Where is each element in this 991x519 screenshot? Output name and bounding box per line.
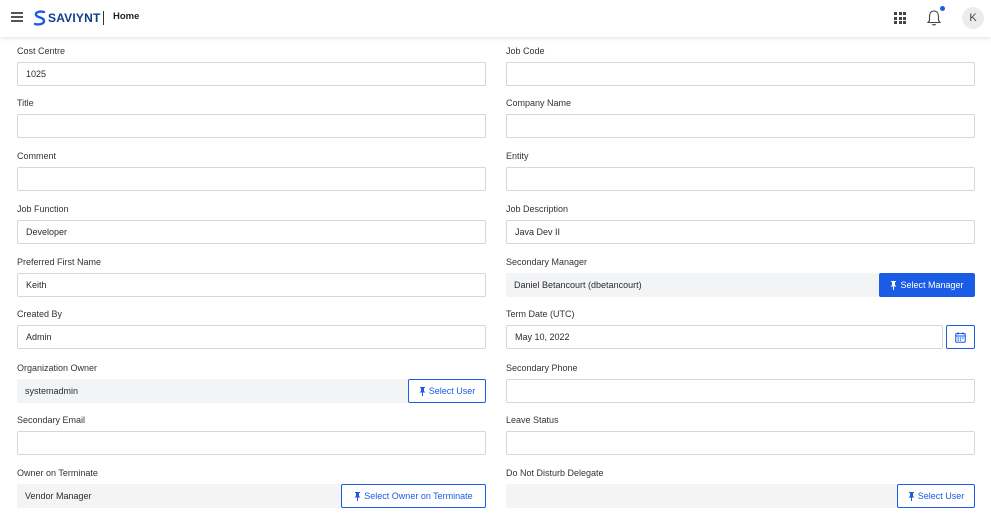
field-label: Comment xyxy=(17,151,57,161)
field-secondary-email: Secondary Email xyxy=(17,415,486,457)
field-label: Preferred First Name xyxy=(17,257,102,267)
field-cost-centre: Cost Centre 1025 xyxy=(17,46,486,88)
field-created-by: Created By Admin xyxy=(17,309,486,351)
select-owner-on-terminate-button[interactable]: Select Owner on Terminate xyxy=(341,484,486,508)
field-job-function: Job Function Developer xyxy=(17,204,486,246)
field-label: Term Date (UTC) xyxy=(506,309,575,319)
top-header: SAVIYNT Home K xyxy=(0,0,991,37)
hamburger-menu-icon[interactable] xyxy=(11,12,23,23)
field-entity: Entity xyxy=(506,151,975,193)
pin-icon xyxy=(354,491,361,501)
calendar-icon xyxy=(955,331,966,343)
job-code-input[interactable] xyxy=(506,62,975,86)
field-secondary-phone: Secondary Phone xyxy=(506,363,975,405)
pin-icon xyxy=(419,386,426,396)
page-title: Home xyxy=(113,11,140,22)
field-label: Secondary Manager xyxy=(506,257,588,267)
field-label: Title xyxy=(17,98,34,108)
select-manager-label: Select Manager xyxy=(900,280,964,290)
notification-badge xyxy=(940,6,945,11)
field-comment: Comment xyxy=(17,151,486,193)
field-company-name: Company Name xyxy=(506,98,975,140)
field-label: Leave Status xyxy=(506,415,559,425)
entity-input[interactable] xyxy=(506,167,975,191)
title-input[interactable] xyxy=(17,114,486,138)
field-owner-on-terminate: Owner on Terminate Vendor Manager Select… xyxy=(17,468,486,510)
leave-status-input[interactable] xyxy=(506,431,975,455)
field-label: Secondary Phone xyxy=(506,363,578,373)
field-title: Title xyxy=(17,98,486,140)
secondary-phone-input[interactable] xyxy=(506,379,975,403)
field-label: Secondary Email xyxy=(17,415,86,425)
select-manager-button[interactable]: Select Manager xyxy=(879,273,975,297)
notification-bell-icon[interactable] xyxy=(926,9,942,27)
cost-centre-input[interactable]: 1025 xyxy=(17,62,486,86)
field-label: Owner on Terminate xyxy=(17,468,98,478)
field-label: Organization Owner xyxy=(17,363,98,373)
select-delegate-user-label: Select User xyxy=(917,491,965,501)
header-divider xyxy=(103,11,104,25)
field-do-not-disturb-delegate: Do Not Disturb Delegate Select User xyxy=(506,468,975,510)
saviynt-logo[interactable]: SAVIYNT xyxy=(34,9,101,27)
logo-mark-icon xyxy=(34,10,46,26)
apps-grid-icon[interactable] xyxy=(894,12,906,24)
field-label: Created By xyxy=(17,309,63,319)
field-label: Cost Centre xyxy=(17,46,66,56)
field-preferred-first-name: Preferred First Name Keith xyxy=(17,257,486,299)
field-term-date: Term Date (UTC) May 10, 2022 xyxy=(506,309,975,351)
term-date-input[interactable]: May 10, 2022 xyxy=(506,325,943,349)
pin-icon xyxy=(908,491,915,501)
created-by-input[interactable]: Admin xyxy=(17,325,486,349)
field-label: Company Name xyxy=(506,98,572,108)
job-description-input[interactable]: Java Dev II xyxy=(506,220,975,244)
field-label: Do Not Disturb Delegate xyxy=(506,468,604,478)
field-label: Job Code xyxy=(506,46,545,56)
field-label: Job Description xyxy=(506,204,569,214)
job-function-input[interactable]: Developer xyxy=(17,220,486,244)
user-avatar[interactable]: K xyxy=(962,7,984,29)
comment-input[interactable] xyxy=(17,167,486,191)
field-job-description: Job Description Java Dev II xyxy=(506,204,975,246)
select-owner-on-terminate-label: Select Owner on Terminate xyxy=(364,491,473,501)
select-user-label: Select User xyxy=(428,386,476,396)
calendar-button[interactable] xyxy=(946,325,975,349)
field-label: Job Function xyxy=(17,204,69,214)
select-delegate-user-button[interactable]: Select User xyxy=(897,484,975,508)
field-organization-owner: Organization Owner systemadmin Select Us… xyxy=(17,363,486,405)
select-user-button[interactable]: Select User xyxy=(408,379,486,403)
field-label: Entity xyxy=(506,151,529,161)
logo-text: SAVIYNT xyxy=(48,11,101,25)
company-name-input[interactable] xyxy=(506,114,975,138)
field-leave-status: Leave Status xyxy=(506,415,975,457)
field-job-code: Job Code xyxy=(506,46,975,88)
preferred-first-name-input[interactable]: Keith xyxy=(17,273,486,297)
secondary-email-input[interactable] xyxy=(17,431,486,455)
field-secondary-manager: Secondary Manager Daniel Betancourt (dbe… xyxy=(506,257,975,299)
pin-icon xyxy=(890,280,897,290)
